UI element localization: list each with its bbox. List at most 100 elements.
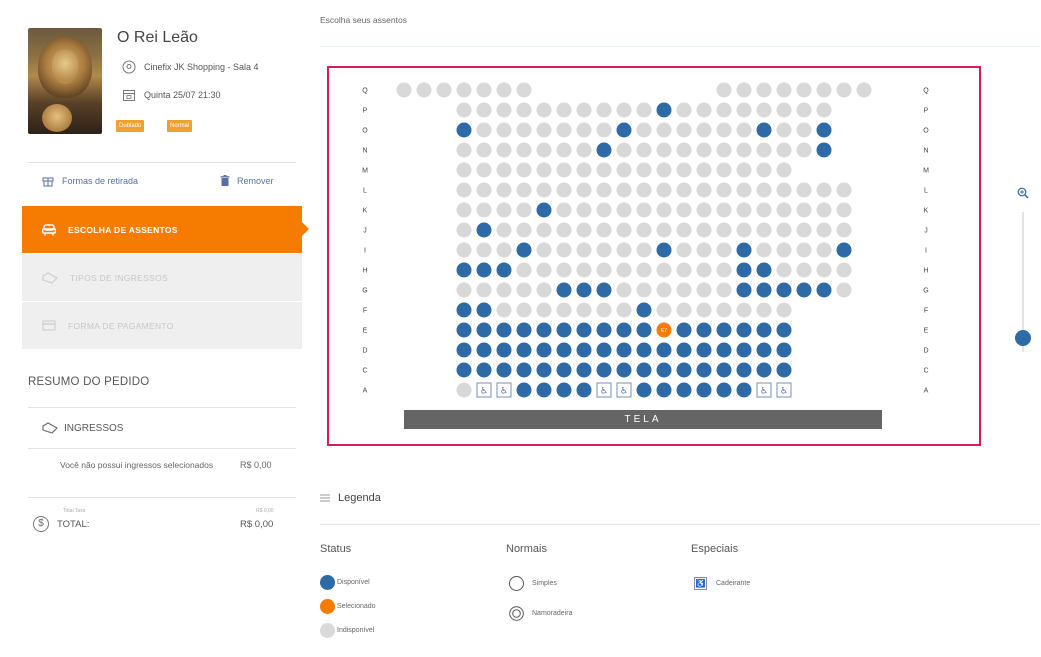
seat-available[interactable] [736,342,752,358]
seat-available[interactable] [696,382,712,398]
seat-available[interactable] [716,342,732,358]
seat-available[interactable] [756,362,772,378]
seat-available[interactable] [796,282,812,298]
seat-available[interactable] [756,322,772,338]
seat-available[interactable] [816,142,832,158]
seat-available[interactable] [676,322,692,338]
step-ticket-types[interactable]: TIPOS DE INGRESSOS [22,254,302,301]
seat-available[interactable] [536,382,552,398]
seat-available[interactable] [596,142,612,158]
seat-available[interactable] [556,362,572,378]
seat-available[interactable] [476,342,492,358]
seat-available[interactable] [676,382,692,398]
seat-available[interactable] [516,382,532,398]
step-payment-method[interactable]: FORMA DE PAGAMENTO [22,302,302,349]
zoom-in-icon[interactable] [1017,187,1029,199]
seat-available[interactable] [616,362,632,378]
seat-available[interactable] [676,342,692,358]
zoom-slider-handle[interactable] [1015,330,1031,346]
seat-available[interactable] [556,382,572,398]
seat-available[interactable] [696,342,712,358]
seat-available[interactable] [456,362,472,378]
seat-available[interactable] [516,242,532,258]
seat-available[interactable] [516,342,532,358]
seat-available[interactable] [596,282,612,298]
seat-available[interactable] [636,322,652,338]
seat-available[interactable] [556,322,572,338]
seat-available[interactable] [736,322,752,338]
wheelchair-seat[interactable]: ♿ [476,382,492,398]
seat-available[interactable] [496,262,512,278]
seat-available[interactable] [736,382,752,398]
seat-available[interactable] [656,362,672,378]
seat-available[interactable] [656,242,672,258]
seat-available[interactable] [816,282,832,298]
seat-available[interactable] [536,202,552,218]
seat-available[interactable] [476,302,492,318]
seat-available[interactable] [596,362,612,378]
seat-available[interactable] [576,282,592,298]
seat-available[interactable] [636,342,652,358]
seat-available[interactable] [576,342,592,358]
seat-available[interactable] [476,322,492,338]
seat-available[interactable] [776,362,792,378]
remove-button[interactable]: Remover [220,175,274,187]
seat-available[interactable] [616,322,632,338]
seat-available[interactable] [516,362,532,378]
seat-available[interactable] [476,262,492,278]
seat-available[interactable] [476,222,492,238]
seat-available[interactable] [496,362,512,378]
seat-available[interactable] [476,362,492,378]
seat-available[interactable] [576,362,592,378]
step-seat-selection[interactable]: ESCOLHA DE ASSENTOS [22,206,309,253]
seat-available[interactable] [716,362,732,378]
wheelchair-seat[interactable]: ♿ [596,382,612,398]
seat-available[interactable] [596,322,612,338]
seat-available[interactable] [616,342,632,358]
seat-available[interactable] [556,282,572,298]
seat-available[interactable] [496,322,512,338]
seat-available[interactable] [756,282,772,298]
seat-available[interactable] [656,382,672,398]
seat-available[interactable] [776,342,792,358]
seat-available[interactable] [636,362,652,378]
seat-available[interactable] [456,122,472,138]
seat-available[interactable] [636,302,652,318]
seat-available[interactable] [716,322,732,338]
seat-available[interactable] [456,322,472,338]
seat-available[interactable] [576,322,592,338]
seat-available[interactable] [816,122,832,138]
seat-available[interactable] [776,282,792,298]
pickup-options-link[interactable]: Formas de retirada [42,175,138,187]
seat-available[interactable] [716,382,732,398]
seat-available[interactable] [756,122,772,138]
seat-available[interactable] [636,382,652,398]
seat-available[interactable] [456,342,472,358]
seat-available[interactable] [656,342,672,358]
seat-available[interactable] [596,342,612,358]
seat-available[interactable] [756,342,772,358]
seat-available[interactable] [536,342,552,358]
seat-available[interactable] [576,382,592,398]
seat-available[interactable] [736,362,752,378]
seat-available[interactable] [696,362,712,378]
seat-available[interactable] [656,102,672,118]
wheelchair-seat[interactable]: ♿ [496,382,512,398]
seat-available[interactable] [516,322,532,338]
wheelchair-seat[interactable]: ♿ [616,382,632,398]
seat-available[interactable] [616,122,632,138]
seat-available[interactable] [556,342,572,358]
seat-available[interactable] [736,242,752,258]
seat-available[interactable] [736,282,752,298]
seat-available[interactable] [456,262,472,278]
seat-available[interactable] [456,302,472,318]
seat-available[interactable] [736,262,752,278]
wheelchair-seat[interactable]: ♿ [756,382,772,398]
seat-available[interactable] [496,342,512,358]
seat-available[interactable] [756,262,772,278]
seat-available[interactable] [536,362,552,378]
seat-available[interactable] [676,362,692,378]
seat-available[interactable] [696,322,712,338]
wheelchair-seat[interactable]: ♿ [776,382,792,398]
seat-available[interactable] [776,322,792,338]
